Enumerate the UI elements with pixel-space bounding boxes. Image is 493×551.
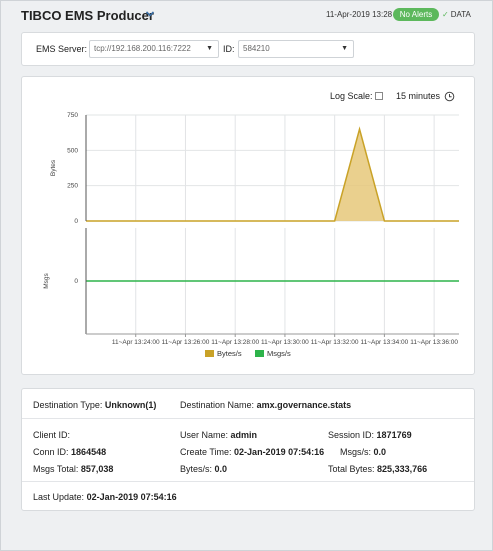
msgs-per-s: Msgs/s: 0.0 <box>340 447 386 457</box>
chart-panel: Log Scale: 15 minutes 11~Apr 13:24:00 11~… <box>21 76 475 375</box>
create-time-label: Create Time: <box>180 447 232 457</box>
y-axis-label-bytes: Bytes <box>50 159 57 176</box>
user-name-label: User Name: <box>180 430 229 440</box>
details-panel: Destination Type: Unknown(1) Destination… <box>21 388 475 511</box>
data-indicator: ✓ DATA <box>442 10 471 19</box>
destination-name: Destination Name: amx.governance.stats <box>180 400 351 410</box>
x-tick-label: 11~Apr 13:28:00 <box>211 339 259 346</box>
total-bytes-value: 825,333,766 <box>377 464 428 474</box>
y-tick-label: 500 <box>67 147 78 154</box>
id-value: 584210 <box>243 44 270 53</box>
ems-server-select[interactable]: tcp://192.168.200.116:7222 ▼ <box>89 40 219 58</box>
conn-id-label: Conn ID: <box>33 447 69 457</box>
last-update-label: Last Update: <box>33 492 85 502</box>
create-time: Create Time: 02-Jan-2019 07:54:16 <box>180 447 324 457</box>
client-id: Client ID: <box>33 430 70 440</box>
x-tick-label: 11~Apr 13:32:00 <box>311 339 359 346</box>
total-bytes: Total Bytes: 825,333,766 <box>328 464 427 474</box>
session-id-label: Session ID: <box>328 430 375 440</box>
destination-type-label: Destination Type: <box>33 400 103 410</box>
alert-status-badge[interactable]: No Alerts <box>393 8 439 21</box>
msgs-total-label: Msgs Total: <box>33 464 79 474</box>
client-id-label: Client ID: <box>33 430 71 440</box>
divider <box>22 418 474 419</box>
conn-id: Conn ID: 1864548 <box>33 447 106 457</box>
bytes-area <box>86 129 459 221</box>
msgs-per-s-value: 0.0 <box>373 447 387 457</box>
chevron-down-icon[interactable] <box>145 9 155 21</box>
y-tick-label: 0 <box>74 278 78 285</box>
filter-panel: EMS Server: tcp://192.168.200.116:7222 ▼… <box>21 32 475 66</box>
msgs-total: Msgs Total: 857,038 <box>33 464 113 474</box>
divider <box>22 481 474 482</box>
legend-label-bytes: Bytes/s <box>217 349 242 358</box>
bytes-per-s: Bytes/s: 0.0 <box>180 464 227 474</box>
page-title: TIBCO EMS Producer <box>21 8 154 23</box>
session-id-value: 1871769 <box>376 430 412 440</box>
y-tick-label: 750 <box>67 112 78 119</box>
x-tick-label: 11~Apr 13:36:00 <box>410 339 458 346</box>
msgs-swatch <box>255 350 264 357</box>
bytes-swatch <box>205 350 214 357</box>
id-label: ID: <box>223 44 235 54</box>
destination-type-value: Unknown(1) <box>104 400 157 410</box>
msgs-total-value: 857,038 <box>80 464 114 474</box>
y-axis-label-msgs: Msgs <box>43 272 50 288</box>
destination-type: Destination Type: Unknown(1) <box>33 400 156 410</box>
check-icon: ✓ <box>442 10 449 19</box>
chevron-down-icon: ▼ <box>341 45 348 52</box>
data-label: DATA <box>450 10 471 19</box>
x-tick-label: 11~Apr 13:30:00 <box>261 339 309 346</box>
bytes-per-s-label: Bytes/s: <box>180 464 213 474</box>
legend-item-msgs[interactable]: Msgs/s <box>255 349 291 358</box>
x-tick-label: 11~Apr 13:34:00 <box>361 339 409 346</box>
total-bytes-label: Total Bytes: <box>328 464 375 474</box>
bytes-series-line <box>86 126 459 222</box>
id-select[interactable]: 584210 ▼ <box>238 40 354 58</box>
msgs-per-s-label: Msgs/s: <box>340 447 372 457</box>
timestamp: 11-Apr-2019 13:28 <box>326 10 393 19</box>
legend-label-msgs: Msgs/s <box>267 349 291 358</box>
y-tick-label: 250 <box>67 183 78 190</box>
destination-name-value: amx.governance.stats <box>256 400 352 410</box>
x-tick-label: 11~Apr 13:26:00 <box>162 339 210 346</box>
last-update: Last Update: 02-Jan-2019 07:54:16 <box>33 492 177 502</box>
user-name: User Name: admin <box>180 430 257 440</box>
x-tick-label: 11~Apr 13:24:00 <box>112 339 160 346</box>
bytes-per-s-value: 0.0 <box>214 464 228 474</box>
session-id: Session ID: 1871769 <box>328 430 412 440</box>
user-name-value: admin <box>230 430 258 440</box>
title-bar: TIBCO EMS Producer 11-Apr-2019 13:28 No … <box>1 1 492 29</box>
legend-item-bytes[interactable]: Bytes/s <box>205 349 242 358</box>
create-time-value: 02-Jan-2019 07:54:16 <box>234 447 325 457</box>
destination-name-label: Destination Name: <box>180 400 255 410</box>
last-update-value: 02-Jan-2019 07:54:16 <box>86 492 177 502</box>
ems-server-value: tcp://192.168.200.116:7222 <box>94 44 191 53</box>
conn-id-value: 1864548 <box>71 447 107 457</box>
chevron-down-icon: ▼ <box>206 45 213 52</box>
y-tick-label: 0 <box>74 218 78 225</box>
ems-server-label: EMS Server: <box>36 44 88 54</box>
chart-svg: 11~Apr 13:24:00 11~Apr 13:26:00 11~Apr 13:… <box>43 112 459 346</box>
